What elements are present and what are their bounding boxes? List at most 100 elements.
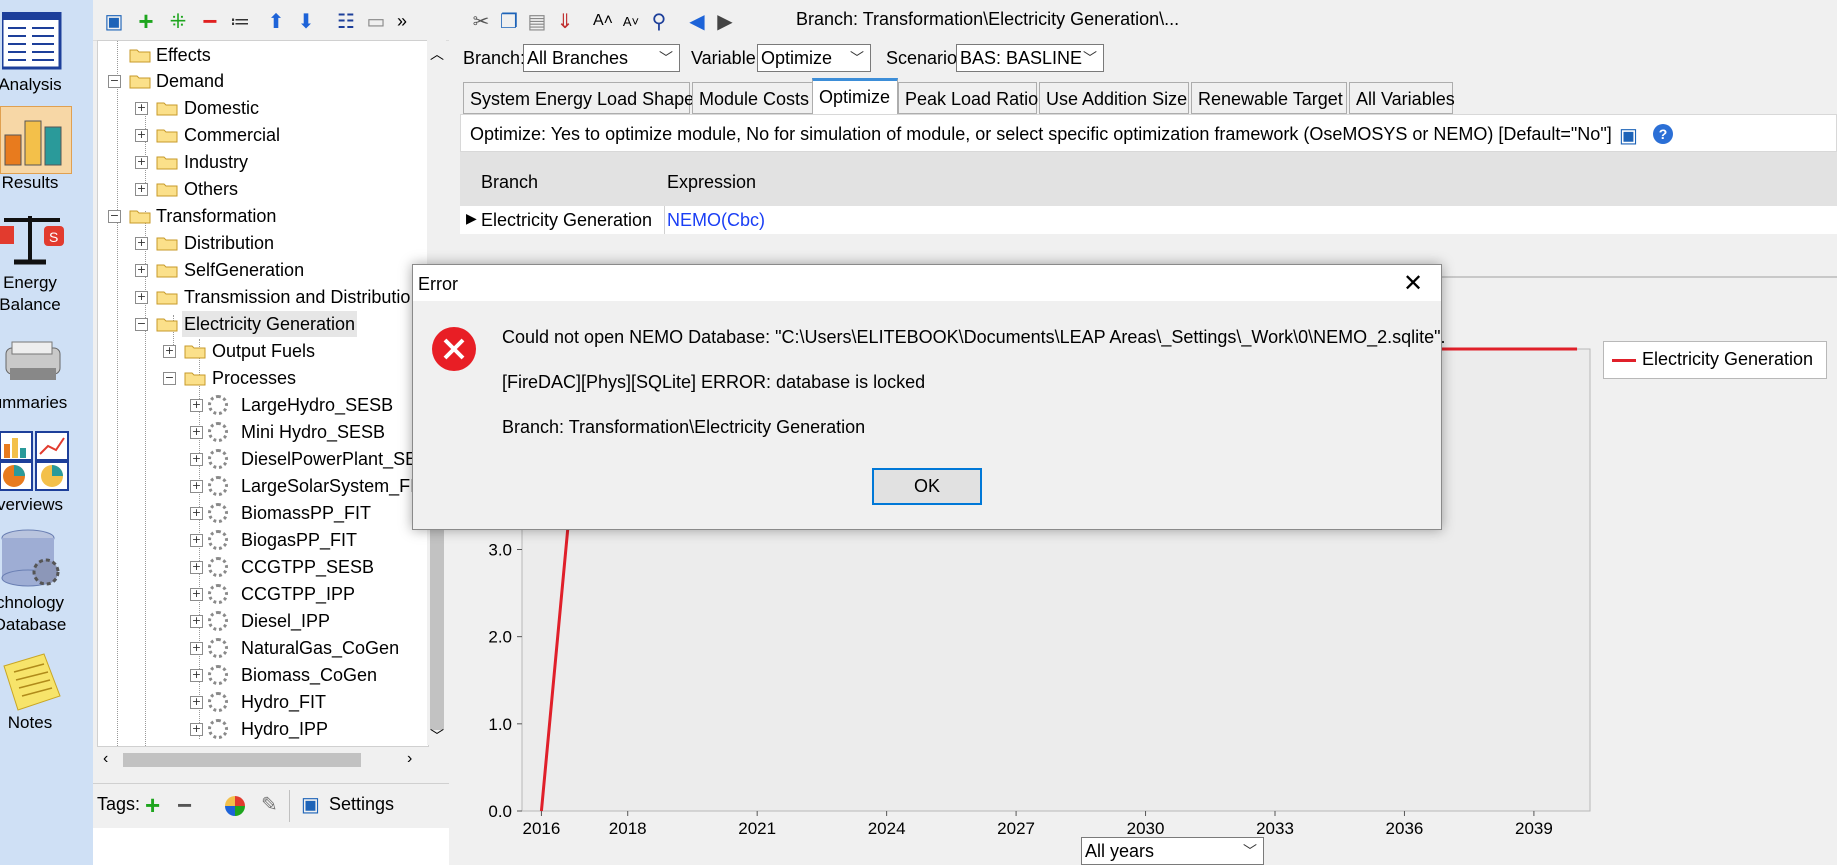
- folder-icon[interactable]: ▭: [363, 8, 389, 34]
- expand-icon[interactable]: +: [190, 426, 203, 439]
- copy-icon[interactable]: ❐: [496, 8, 522, 34]
- add-branch-icon[interactable]: +: [133, 6, 159, 36]
- expand-icon[interactable]: +: [135, 156, 148, 169]
- notes-edit-icon[interactable]: ▣: [1619, 123, 1638, 148]
- expand-icon[interactable]: +: [135, 291, 148, 304]
- paste-icon[interactable]: ▤: [524, 8, 550, 34]
- help-icon[interactable]: ?: [1653, 124, 1673, 144]
- tab-optimize[interactable]: Optimize: [812, 78, 898, 115]
- overviews-icon[interactable]: [0, 430, 70, 492]
- tree-node[interactable]: Effects: [98, 42, 418, 68]
- expand-icon[interactable]: +: [190, 399, 203, 412]
- expand-icon[interactable]: +: [190, 615, 203, 628]
- tree-node[interactable]: + CCGTPP_SESB: [98, 554, 428, 580]
- year-select[interactable]: All years ﹀: [1081, 837, 1264, 865]
- move-up-icon[interactable]: ⬆: [263, 8, 289, 34]
- expand-icon[interactable]: +: [190, 453, 203, 466]
- tree-node[interactable]: + SelfGeneration: [98, 257, 418, 283]
- view-results[interactable]: [0, 106, 72, 174]
- cut-icon[interactable]: ✂: [468, 8, 494, 34]
- collapse-icon[interactable]: −: [108, 75, 121, 88]
- increase-font-icon[interactable]: A˄: [590, 8, 616, 34]
- expand-icon[interactable]: +: [190, 480, 203, 493]
- tree-node[interactable]: + Hydro_IPP: [98, 716, 428, 742]
- more-icon[interactable]: »: [389, 8, 415, 34]
- tree-view-icon[interactable]: ☷: [333, 8, 359, 34]
- collapse-icon[interactable]: −: [163, 372, 176, 385]
- tree-node[interactable]: + Transmission and Distributio: [98, 284, 428, 310]
- tree-node[interactable]: + Commercial: [98, 122, 418, 148]
- expand-icon[interactable]: +: [190, 642, 203, 655]
- expand-icon[interactable]: +: [190, 534, 203, 547]
- tag-colors-icon[interactable]: [225, 796, 245, 816]
- notes-icon[interactable]: [0, 652, 66, 714]
- properties-icon[interactable]: ▣: [101, 8, 127, 34]
- tree-horizontal-scrollbar[interactable]: ‹ ›: [97, 748, 427, 772]
- scroll-right-icon[interactable]: ›: [407, 750, 412, 768]
- database-icon[interactable]: [0, 528, 66, 590]
- settings-icon[interactable]: ▣: [301, 792, 320, 817]
- delete-branch-icon[interactable]: −: [197, 6, 223, 36]
- tree-node[interactable]: + Distribution: [98, 230, 418, 256]
- tab-system-energy-load-shape[interactable]: System Energy Load Shape: [463, 82, 694, 114]
- tree-node[interactable]: − Transformation: [98, 203, 418, 229]
- summaries-icon[interactable]: [0, 338, 66, 388]
- tree-node[interactable]: + Mini Hydro_SESB: [98, 419, 428, 445]
- expand-icon[interactable]: +: [190, 669, 203, 682]
- close-icon[interactable]: ✕: [1399, 269, 1427, 297]
- tree-node[interactable]: − Processes: [98, 365, 418, 391]
- tag-brush-icon[interactable]: ✎: [261, 792, 278, 817]
- branch-select[interactable]: All Branches ﹀: [523, 44, 680, 72]
- tree-node[interactable]: + LargeSolarSystem_FIT: [98, 473, 428, 499]
- tab-renewable-target[interactable]: Renewable Target: [1191, 82, 1347, 114]
- tree-node[interactable]: + Diesel_IPP: [98, 608, 428, 634]
- tab-all-variables[interactable]: All Variables: [1349, 82, 1455, 114]
- remove-tag-icon[interactable]: −: [177, 790, 192, 821]
- tree-node[interactable]: + Industry: [98, 149, 418, 175]
- view-analysis[interactable]: Analysis: [0, 0, 93, 100]
- add-multiple-icon[interactable]: ⁜: [165, 8, 191, 34]
- decrease-font-icon[interactable]: A˅: [618, 8, 644, 34]
- tree-node[interactable]: + BiogasPP_FIT: [98, 527, 428, 553]
- forward-icon[interactable]: ▶: [712, 8, 738, 34]
- tree-node[interactable]: + BiomassPP_FIT: [98, 500, 428, 526]
- tree-node[interactable]: + Domestic: [98, 95, 418, 121]
- expand-icon[interactable]: +: [135, 102, 148, 115]
- expand-icon[interactable]: +: [190, 696, 203, 709]
- expand-icon[interactable]: +: [190, 588, 203, 601]
- scroll-up-icon[interactable]: ︿: [430, 44, 444, 64]
- move-down-icon[interactable]: ⬇: [293, 8, 319, 34]
- tree-node-selected[interactable]: − Electricity Generation: [98, 311, 418, 337]
- expand-icon[interactable]: +: [135, 129, 148, 142]
- tree-node[interactable]: + CCGTPP_IPP: [98, 581, 428, 607]
- expand-icon[interactable]: +: [163, 345, 176, 358]
- energy-balance-icon[interactable]: S: [0, 212, 70, 268]
- tab-module-costs[interactable]: Module Costs: [692, 82, 816, 114]
- tree-node[interactable]: + Others: [98, 176, 418, 202]
- tree-node[interactable]: − Demand: [98, 68, 418, 94]
- back-icon[interactable]: ◀: [684, 8, 710, 34]
- tags-settings-button[interactable]: Settings: [329, 794, 394, 815]
- tree-node[interactable]: + LargeHydro_SESB: [98, 392, 428, 418]
- find-icon[interactable]: ⚲: [646, 8, 672, 34]
- tree-node[interactable]: + Biomass_CoGen: [98, 662, 428, 688]
- scroll-thumb[interactable]: [123, 753, 361, 767]
- scroll-down-icon[interactable]: ﹀: [430, 726, 444, 746]
- expand-icon[interactable]: +: [135, 183, 148, 196]
- variable-select[interactable]: Optimize ﹀: [757, 44, 871, 72]
- tab-peak-load-ratio[interactable]: Peak Load Ratio: [898, 82, 1038, 114]
- tree-node[interactable]: + NaturalGas_CoGen: [98, 635, 428, 661]
- expand-icon[interactable]: +: [135, 237, 148, 250]
- rename-icon[interactable]: ≔: [227, 8, 253, 34]
- expand-icon[interactable]: +: [135, 264, 148, 277]
- expand-icon[interactable]: +: [190, 723, 203, 736]
- add-tag-icon[interactable]: +: [145, 790, 160, 821]
- table-row[interactable]: ▶ Electricity Generation NEMO(Cbc): [460, 206, 1837, 234]
- tree-node[interactable]: + DieselPowerPlant_SES: [98, 446, 428, 472]
- paste-special-icon[interactable]: ⇓: [552, 8, 578, 34]
- grid-cell-expression[interactable]: NEMO(Cbc): [667, 210, 765, 231]
- scroll-left-icon[interactable]: ‹: [103, 750, 108, 768]
- ok-button[interactable]: OK: [872, 468, 982, 505]
- collapse-icon[interactable]: −: [108, 210, 121, 223]
- expand-icon[interactable]: +: [190, 561, 203, 574]
